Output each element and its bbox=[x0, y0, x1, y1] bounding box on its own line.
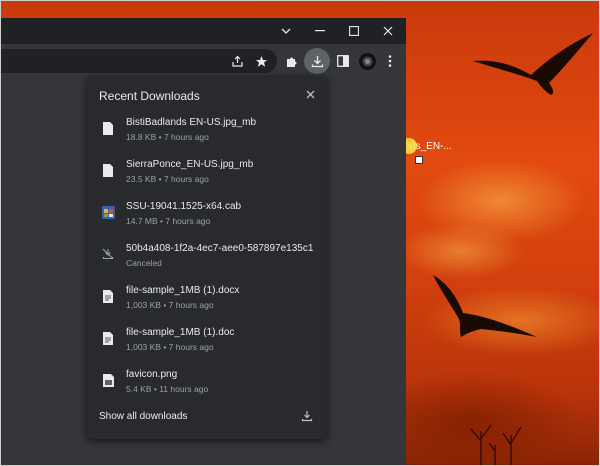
browser-menu-button[interactable] bbox=[377, 48, 403, 74]
image-file-icon bbox=[101, 372, 115, 388]
download-meta: 14.7 MB • 7 hours ago bbox=[126, 216, 211, 226]
download-filename: 50b4a408-1f2a-4ec7-aee0-587897e135c1 bbox=[126, 243, 314, 254]
download-item[interactable]: SierraPonce_EN-US.jpg_mb 23.5 KB • 7 hou… bbox=[87, 156, 327, 198]
minimize-button[interactable] bbox=[303, 18, 337, 44]
cab-archive-icon bbox=[101, 204, 115, 220]
download-filename: BistiBadlands EN-US.jpg_mb bbox=[126, 117, 257, 128]
download-icon bbox=[301, 411, 313, 422]
close-window-button[interactable] bbox=[371, 18, 405, 44]
close-icon bbox=[306, 90, 315, 99]
download-item[interactable]: file-sample_1MB (1).doc 1,003 KB • 7 hou… bbox=[87, 324, 327, 366]
file-icon bbox=[101, 162, 115, 178]
download-icon bbox=[311, 55, 323, 67]
download-item[interactable]: 50b4a408-1f2a-4ec7-aee0-587897e135c1 Can… bbox=[87, 240, 327, 282]
download-off-icon bbox=[101, 246, 115, 262]
profile-avatar bbox=[358, 52, 376, 70]
downloads-list: BistiBadlands EN-US.jpg_mb 18.8 KB • 7 h… bbox=[87, 114, 327, 408]
side-panel-button[interactable] bbox=[330, 48, 356, 74]
file-icon bbox=[101, 330, 115, 346]
download-filename: favicon.png bbox=[126, 369, 178, 380]
download-item[interactable]: BistiBadlands EN-US.jpg_mb 18.8 KB • 7 h… bbox=[87, 114, 327, 156]
extensions-button[interactable] bbox=[278, 48, 304, 74]
maximize-icon bbox=[349, 26, 359, 36]
screen: BistiBadlands_EN-... bbox=[0, 0, 600, 466]
download-meta: 23.5 KB • 7 hours ago bbox=[126, 174, 209, 184]
menu-icon bbox=[388, 55, 392, 67]
star-icon bbox=[255, 55, 267, 67]
download-filename: file-sample_1MB (1).doc bbox=[126, 327, 235, 338]
open-downloads-button[interactable] bbox=[301, 409, 313, 427]
download-meta: 1,003 KB • 7 hours ago bbox=[126, 342, 214, 352]
drag-copy-badge bbox=[415, 156, 423, 164]
minimize-icon bbox=[315, 30, 325, 32]
download-item[interactable]: favicon.png 5.4 KB • 11 hours ago bbox=[87, 366, 327, 408]
download-item[interactable]: file-sample_1MB (1).docx 1,003 KB • 7 ho… bbox=[87, 282, 327, 324]
share-button[interactable] bbox=[224, 48, 250, 74]
tab-search-button[interactable] bbox=[269, 18, 303, 44]
bookmark-button[interactable] bbox=[248, 48, 274, 74]
bird-silhouette-bottom bbox=[433, 275, 537, 337]
download-filename: file-sample_1MB (1).docx bbox=[126, 285, 240, 296]
downloads-button[interactable] bbox=[304, 48, 330, 74]
extensions-icon bbox=[286, 57, 296, 67]
chevron-down-icon bbox=[281, 28, 291, 34]
popup-title: Recent Downloads bbox=[99, 89, 200, 103]
browser-toolbar bbox=[1, 44, 406, 78]
close-popup-button[interactable] bbox=[306, 88, 315, 102]
file-icon bbox=[101, 288, 115, 304]
download-filename: SierraPonce_EN-US.jpg_mb bbox=[126, 159, 254, 170]
download-meta: 18.8 KB • 7 hours ago bbox=[126, 132, 209, 142]
share-icon bbox=[231, 55, 243, 67]
maximize-button[interactable] bbox=[337, 18, 371, 44]
side-panel-icon bbox=[337, 55, 349, 67]
download-filename: SSU-19041.1525-x64.cab bbox=[126, 201, 242, 212]
bird-silhouette-top bbox=[473, 33, 593, 95]
title-bar bbox=[1, 18, 406, 44]
popup-footer: Show all downloads bbox=[87, 406, 327, 430]
download-meta: 1,003 KB • 7 hours ago bbox=[126, 300, 214, 310]
file-icon bbox=[101, 120, 115, 136]
show-all-downloads-link[interactable]: Show all downloads bbox=[99, 411, 187, 422]
download-item[interactable]: SSU-19041.1525-x64.cab 14.7 MB • 7 hours… bbox=[87, 198, 327, 240]
download-meta: Canceled bbox=[126, 258, 162, 268]
download-meta: 5.4 KB • 11 hours ago bbox=[126, 384, 209, 394]
close-icon bbox=[383, 26, 393, 36]
downloads-popup: Recent Downloads BistiBadlands EN-US.jpg… bbox=[87, 76, 327, 439]
tree-branches bbox=[470, 424, 522, 465]
